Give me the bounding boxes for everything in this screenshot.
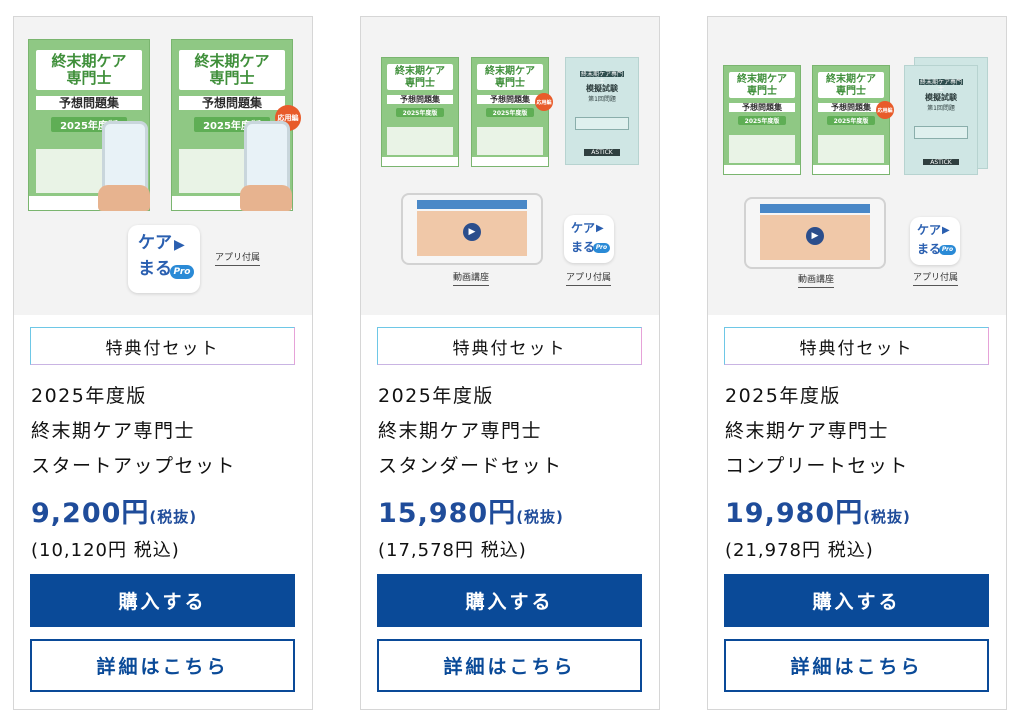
video-lecture-tablet: ▶ (401, 193, 543, 265)
textbook-cover-applied: 終末期ケア 専門士 予想問題集 2025年度版 (471, 57, 549, 167)
product-card-standard: 終末期ケア 専門士 予想問題集 2025年度版 終末期ケア 専門士 予想問題集 … (360, 16, 660, 710)
buy-button[interactable]: 購入する (30, 574, 295, 627)
price-excl-tax: 19,980円(税抜) (725, 498, 911, 529)
details-button[interactable]: 詳細はこちら (724, 639, 989, 692)
price-excl-tax: 15,980円(税抜) (378, 498, 564, 529)
price-incl-tax: (10,120円 税込) (31, 540, 180, 561)
product-image-area: 終末期ケア 専門士 予想問題集 2025年度版 終末期ケア 専門士 予想問題集 … (14, 17, 312, 315)
textbook-cover: 終末期ケア 専門士 予想問題集 2025年度版 (381, 57, 459, 167)
app-caption: アプリ付属 (913, 273, 959, 286)
bonus-set-tag: 特典付セット (377, 327, 642, 365)
product-image-area: 終末期ケア 専門士 予想問題集 2025年度版 終末期ケア 専門士 予想問題集 … (361, 17, 659, 315)
details-button[interactable]: 詳細はこちら (30, 639, 295, 692)
details-button[interactable]: 詳細はこちら (377, 639, 642, 692)
app-caption: アプリ付属 (566, 273, 612, 286)
bonus-set-tag: 特典付セット (30, 327, 295, 365)
hand-image (98, 185, 150, 211)
care-maru-pro-app-icon: ケア ▶ まる Pro (128, 225, 200, 293)
product-card-complete: 終末期ケア 専門士 予想問題集 2025年度版 終末期ケア 専門士 予想問題集 … (707, 16, 1007, 710)
care-maru-pro-app-icon: ケア ▶ まる Pro (564, 215, 614, 263)
app-caption: アプリ付属 (215, 253, 261, 266)
video-caption: 動画講座 (453, 273, 490, 286)
hand-image (240, 185, 292, 211)
product-name: 2025年度版 終末期ケア専門士 スタンダードセット (378, 385, 563, 477)
product-image-area: 終末期ケア 専門士 予想問題集 2025年度版 終末期ケア 専門士 予想問題集 … (708, 17, 1006, 315)
buy-button[interactable]: 購入する (377, 574, 642, 627)
video-caption: 動画講座 (798, 275, 835, 288)
play-icon: ▶ (174, 237, 185, 253)
mock-exam-booklet: 終末期ケア専門士 模擬試験 第1回問題 ASTICK (565, 57, 639, 165)
applied-badge: 応用編 (535, 93, 553, 111)
play-icon: ▶ (596, 223, 604, 234)
price-incl-tax: (21,978円 税込) (725, 540, 874, 561)
product-name: 2025年度版 終末期ケア専門士 コンプリートセット (725, 385, 909, 477)
buy-button[interactable]: 購入する (724, 574, 989, 627)
bonus-set-tag: 特典付セット (724, 327, 989, 365)
mock-exam-booklet: 終末期ケア専門士 模擬試験 第1回問題 ASTICK (904, 65, 978, 175)
applied-badge: 応用編 (876, 101, 894, 119)
price-incl-tax: (17,578円 税込) (378, 540, 527, 561)
price-excl-tax: 9,200円(税抜) (31, 498, 198, 529)
product-name: 2025年度版 終末期ケア専門士 スタートアップセット (31, 385, 237, 477)
care-maru-pro-app-icon: ケア ▶ まる Pro (910, 217, 960, 265)
video-lecture-tablet: ▶ (744, 197, 886, 269)
product-card-startup: 終末期ケア 専門士 予想問題集 2025年度版 終末期ケア 専門士 予想問題集 … (13, 16, 313, 710)
textbook-cover-applied: 終末期ケア 専門士 予想問題集 2025年度版 (812, 65, 890, 175)
textbook-cover: 終末期ケア 専門士 予想問題集 2025年度版 (723, 65, 801, 175)
play-icon: ▶ (942, 225, 950, 236)
